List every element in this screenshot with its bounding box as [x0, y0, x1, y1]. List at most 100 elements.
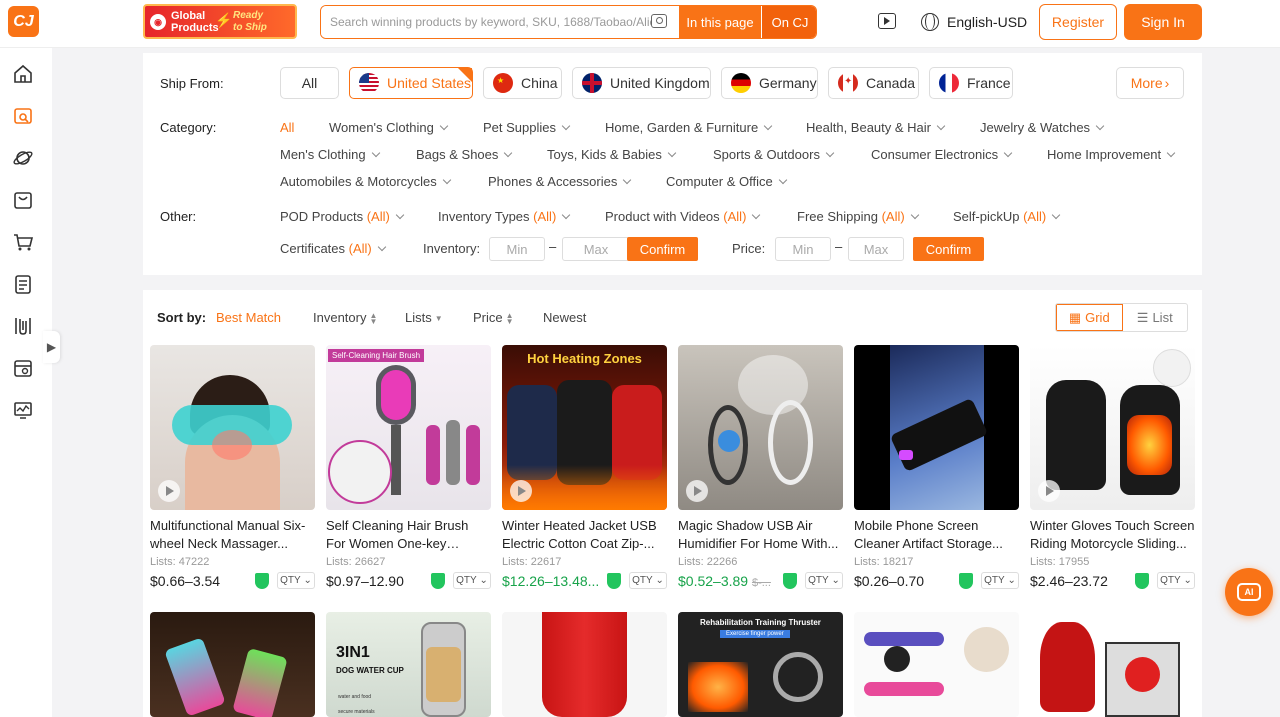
analytics-icon[interactable]: [12, 399, 34, 421]
ship-from-more-button[interactable]: More ›: [1116, 67, 1184, 99]
globe-icon[interactable]: [921, 13, 939, 31]
register-button[interactable]: Register: [1039, 4, 1117, 40]
filter-inventory-types[interactable]: Inventory Types (All): [438, 209, 571, 224]
cj-logo[interactable]: CJ: [8, 6, 39, 37]
orders-icon[interactable]: [12, 273, 34, 295]
filter-product-videos[interactable]: Product with Videos (All): [605, 209, 761, 224]
qty-dropdown[interactable]: QTY ⌄: [277, 572, 315, 589]
qty-dropdown[interactable]: QTY ⌄: [453, 572, 491, 589]
search-in-page-button[interactable]: In this page: [679, 6, 761, 38]
category-computer-office[interactable]: Computer & Office: [666, 174, 787, 189]
camera-icon[interactable]: [651, 14, 667, 28]
play-icon[interactable]: [1038, 480, 1060, 502]
cart-icon[interactable]: [12, 231, 34, 253]
filter-self-pickup[interactable]: Self-pickUp (All): [953, 209, 1061, 224]
sort-newest[interactable]: Newest: [543, 310, 586, 325]
inventory-confirm-button[interactable]: Confirm: [627, 237, 698, 261]
ship-from-china[interactable]: ★ China: [483, 67, 562, 99]
home-icon[interactable]: [12, 63, 34, 85]
play-icon[interactable]: [510, 480, 532, 502]
ship-from-united-kingdom[interactable]: United Kingdom: [572, 67, 711, 99]
sidebar-expand-button[interactable]: ▶: [43, 331, 60, 363]
product-title[interactable]: Multifunctional Manual Six-wheel Neck Ma…: [150, 517, 315, 553]
filter-certificates[interactable]: Certificates (All): [280, 241, 387, 256]
product-title[interactable]: Mobile Phone Screen Cleaner Artifact Sto…: [854, 517, 1019, 553]
ship-from-canada[interactable]: ✦ Canada: [828, 67, 919, 99]
qty-dropdown[interactable]: QTY ⌄: [629, 572, 667, 589]
qty-dropdown[interactable]: QTY ⌄: [805, 572, 843, 589]
category-bags-shoes[interactable]: Bags & Shoes: [416, 147, 513, 162]
product-image[interactable]: Self-Cleaning Hair Brush: [326, 345, 491, 510]
category-consumer-electronics[interactable]: Consumer Electronics: [871, 147, 1013, 162]
category-automobiles[interactable]: Automobiles & Motorcycles: [280, 174, 452, 189]
sort-lists[interactable]: Lists ▼: [405, 310, 443, 325]
search-input[interactable]: [321, 6, 651, 38]
category-jewelry[interactable]: Jewelry & Watches: [980, 120, 1105, 135]
product-image[interactable]: [854, 345, 1019, 510]
ship-from-united-states[interactable]: United States: [349, 67, 473, 99]
planet-icon[interactable]: [12, 147, 34, 169]
product-card[interactable]: Mobile Phone Screen Cleaner Artifact Sto…: [854, 345, 1019, 589]
ai-assistant-button[interactable]: AI: [1225, 568, 1273, 616]
ship-from-germany[interactable]: Germany: [721, 67, 818, 99]
category-home-improvement[interactable]: Home Improvement: [1047, 147, 1176, 162]
category-home-garden[interactable]: Home, Garden & Furniture: [605, 120, 773, 135]
global-products-banner[interactable]: ◉ Global Products ⚡ Ready to Ship: [143, 4, 297, 39]
category-all[interactable]: All: [280, 120, 294, 135]
category-health-beauty[interactable]: Health, Beauty & Hair: [806, 120, 946, 135]
inventory-min-input[interactable]: Min: [489, 237, 545, 261]
inventory-max-input[interactable]: Max: [562, 237, 630, 261]
selected-check-icon: [458, 68, 472, 82]
play-icon[interactable]: [686, 480, 708, 502]
price-max-input[interactable]: Max: [848, 237, 904, 261]
ship-from-france[interactable]: France: [929, 67, 1013, 99]
sign-in-button[interactable]: Sign In: [1124, 4, 1202, 40]
product-title[interactable]: Winter Gloves Touch Screen Riding Motorc…: [1030, 517, 1195, 553]
product-image[interactable]: [150, 612, 315, 717]
category-sports-outdoors[interactable]: Sports & Outdoors: [713, 147, 835, 162]
play-icon[interactable]: [158, 480, 180, 502]
product-image[interactable]: Rehabilitation Training Thruster Exercis…: [678, 612, 843, 717]
product-image[interactable]: [502, 612, 667, 717]
product-image[interactable]: [1030, 345, 1195, 510]
store-icon[interactable]: [12, 357, 34, 379]
sort-price[interactable]: Price ▲ ▼: [473, 310, 514, 325]
sort-inventory[interactable]: Inventory ▲ ▼: [313, 310, 377, 325]
product-card[interactable]: Winter Gloves Touch Screen Riding Motorc…: [1030, 345, 1195, 589]
sort-best-match[interactable]: Best Match: [216, 310, 281, 325]
grid-view-button[interactable]: ▦ Grid: [1056, 304, 1123, 331]
product-title[interactable]: Winter Heated Jacket USB Electric Cotton…: [502, 517, 667, 553]
product-image[interactable]: 3IN1 DOG WATER CUP water and food secure…: [326, 612, 491, 717]
product-card[interactable]: Self-Cleaning Hair Brush Self Cleaning H…: [326, 345, 491, 589]
list-view-button[interactable]: ☰ List: [1123, 304, 1188, 331]
product-search-icon[interactable]: [12, 105, 34, 127]
product-card[interactable]: Hot Heating Zones Winter Heated Jacket U…: [502, 345, 667, 589]
bag-icon[interactable]: [12, 189, 34, 211]
product-title[interactable]: Self Cleaning Hair Brush For Women One-k…: [326, 517, 491, 553]
price-min-input[interactable]: Min: [775, 237, 831, 261]
qty-dropdown[interactable]: QTY ⌄: [1157, 572, 1195, 589]
product-image[interactable]: [150, 345, 315, 510]
language-selector[interactable]: English-USD: [947, 14, 1027, 30]
category-phones[interactable]: Phones & Accessories: [488, 174, 632, 189]
product-image[interactable]: [854, 612, 1019, 717]
product-title[interactable]: Magic Shadow USB Air Humidifier For Home…: [678, 517, 843, 553]
clip-icon[interactable]: [12, 315, 34, 337]
price-confirm-button[interactable]: Confirm: [913, 237, 984, 261]
category-mens-clothing[interactable]: Men's Clothing: [280, 147, 380, 162]
product-image[interactable]: [1030, 612, 1195, 717]
category-womens-clothing[interactable]: Women's Clothing: [329, 120, 449, 135]
product-price: $2.46–23.72: [1030, 573, 1108, 589]
filter-pod-products[interactable]: POD Products (All): [280, 209, 405, 224]
category-toys-kids[interactable]: Toys, Kids & Babies: [547, 147, 677, 162]
product-card[interactable]: Multifunctional Manual Six-wheel Neck Ma…: [150, 345, 315, 589]
product-card[interactable]: Magic Shadow USB Air Humidifier For Home…: [678, 345, 843, 589]
search-on-cj-button[interactable]: On CJ: [762, 6, 816, 38]
category-pet-supplies[interactable]: Pet Supplies: [483, 120, 571, 135]
product-image[interactable]: Hot Heating Zones: [502, 345, 667, 510]
filter-free-shipping[interactable]: Free Shipping (All): [797, 209, 919, 224]
product-image[interactable]: [678, 345, 843, 510]
ship-from-all[interactable]: All: [280, 67, 339, 99]
qty-dropdown[interactable]: QTY ⌄: [981, 572, 1019, 589]
video-icon[interactable]: [878, 13, 896, 29]
